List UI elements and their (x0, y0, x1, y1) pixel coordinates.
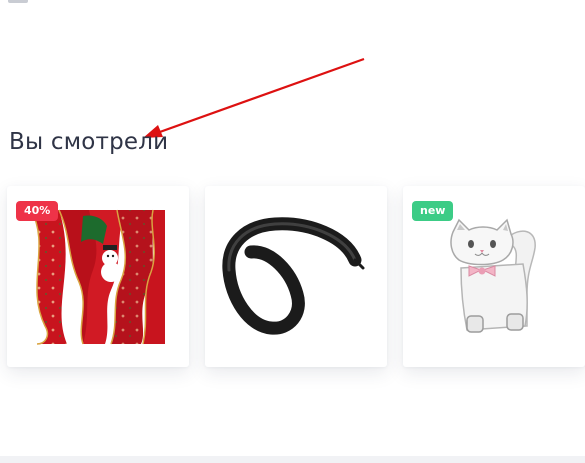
new-badge: new (412, 201, 454, 221)
product-card[interactable]: 40% (7, 186, 189, 367)
section-title: Вы смотрели (9, 129, 169, 155)
menu-edge-icon[interactable] (8, 0, 28, 3)
footer-edge (0, 456, 585, 463)
discount-badge: 40% (16, 201, 59, 221)
product-card[interactable] (205, 186, 387, 367)
balloon-product-image (222, 217, 365, 335)
product-card[interactable]: new (403, 186, 585, 367)
